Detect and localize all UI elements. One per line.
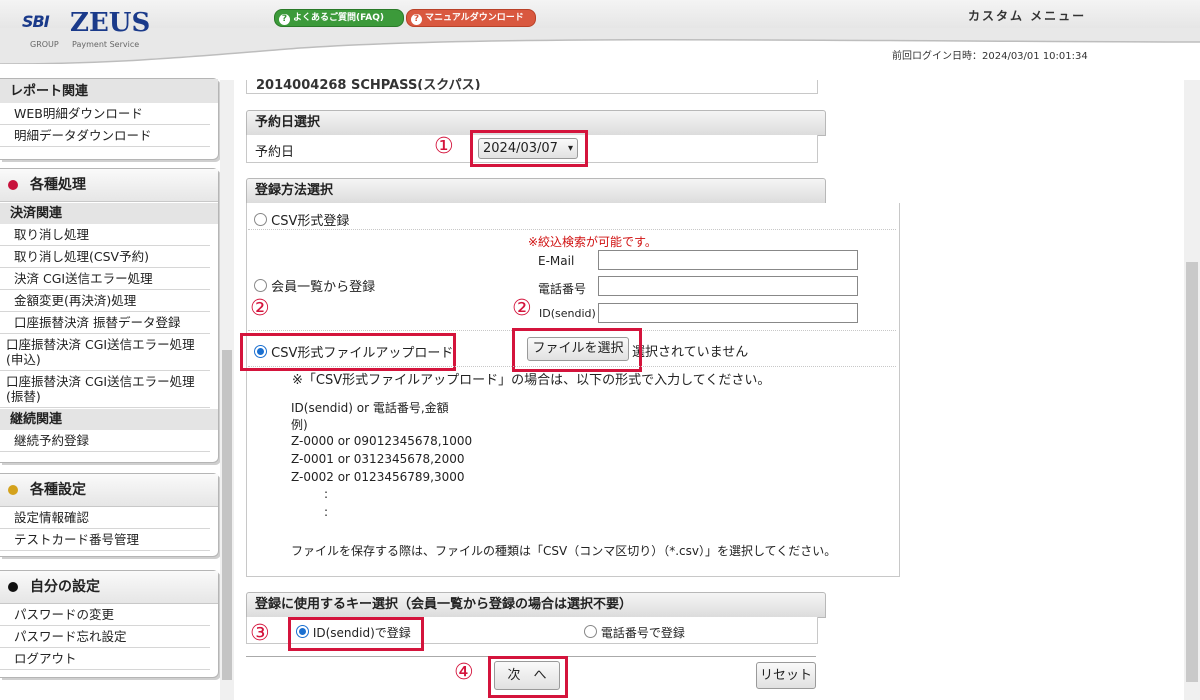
callout-1: ① — [434, 134, 454, 159]
faq-button[interactable]: ? よくあるご質問(FAQ) — [274, 9, 404, 27]
help-icon: ? — [279, 14, 290, 25]
format-line: Z-0001 or 0312345678,2000 — [291, 452, 465, 466]
sidebar-item-web-statement[interactable]: WEB明細ダウンロード — [0, 103, 210, 125]
radio-key-phone[interactable] — [584, 625, 597, 638]
logo-subtitle: Payment Service — [72, 40, 140, 49]
sidebar-processing-box: 各種処理 決済関連 取り消し処理 取り消し処理(CSV予約) 決済 CGI送信エ… — [0, 168, 219, 463]
callout-2a: ② — [250, 296, 270, 321]
sidebar-head-mine: 自分の設定 — [0, 571, 218, 604]
logo-group: GROUP — [30, 40, 59, 49]
highlight-box-3 — [288, 617, 424, 651]
sidebar-item-password-forgot[interactable]: パスワード忘れ設定 — [0, 626, 210, 648]
id-label: ID(sendid) — [539, 307, 596, 320]
sidebar-head-settings: 各種設定 — [0, 474, 218, 507]
option-member[interactable]: 会員一覧から登録 — [254, 276, 375, 295]
sidebar-item-test-card[interactable]: テストカード番号管理 — [0, 529, 210, 551]
main-scrollbar-thumb[interactable] — [1186, 262, 1198, 682]
sidebar-item-recurring-register[interactable]: 継続予約登録 — [0, 430, 210, 452]
sidebar-head-processing: 各種処理 — [0, 169, 218, 202]
format-line: : — [324, 487, 329, 501]
upload-instruction: ※「CSV形式ファイルアップロード」の場合は、以下の形式で入力してください。 — [292, 373, 771, 388]
sidebar-item-setting-info[interactable]: 設定情報確認 — [0, 507, 210, 529]
sidebar-report-box: レポート関連 WEB明細ダウンロード 明細データダウンロード — [0, 78, 219, 160]
yellow-dot-icon — [8, 485, 18, 495]
format-line: Z-0000 or 09012345678,1000 — [291, 434, 473, 448]
highlight-box-1 — [470, 130, 588, 167]
email-field[interactable] — [598, 250, 858, 270]
manual-label: マニュアルダウンロード — [425, 13, 524, 23]
red-dot-icon — [8, 180, 18, 190]
sidebar-item-logout[interactable]: ログアウト — [0, 648, 210, 670]
callout-2b: ② — [512, 296, 532, 321]
manual-download-button[interactable]: ? マニュアルダウンロード — [406, 9, 536, 27]
help-icon: ? — [411, 14, 422, 25]
option-csv-label: CSV形式登録 — [271, 214, 350, 229]
sidebar-scrollbar-thumb[interactable] — [222, 350, 232, 680]
sidebar-sub-recurring: 継続関連 — [0, 408, 218, 430]
header: SBI ZEUS GROUP Payment Service ? よくあるご質問(… — [0, 0, 1200, 80]
option-csv[interactable]: CSV形式登録 — [254, 210, 349, 229]
logo-zeus: ZEUS — [70, 8, 151, 38]
divider — [248, 229, 896, 230]
sidebar-item-amount-change[interactable]: 金額変更(再決済)処理 — [0, 290, 210, 312]
option-member-label: 会員一覧から登録 — [271, 280, 376, 295]
sidebar-title-processing: 各種処理 — [30, 177, 86, 193]
faq-label: よくあるご質問(FAQ) — [293, 13, 384, 23]
format-line: Z-0002 or 0123456789,3000 — [291, 470, 465, 484]
key-section-title: 登録に使用するキー選択（会員一覧から登録の場合は選択不要） — [246, 592, 826, 618]
sidebar-title-settings: 各種設定 — [30, 482, 86, 498]
sidebar-sub-report: レポート関連 — [0, 79, 218, 103]
sidebar-item-cancel[interactable]: 取り消し処理 — [0, 224, 210, 246]
black-dot-icon — [8, 582, 18, 592]
radio-member[interactable] — [254, 279, 267, 292]
format-line: 例) — [291, 418, 308, 432]
custom-menu-link[interactable]: カスタム メニュー — [968, 7, 1086, 24]
sidebar-item-statement-data[interactable]: 明細データダウンロード — [0, 125, 210, 147]
sidebar-mine-box: 自分の設定 パスワードの変更 パスワード忘れ設定 ログアウト — [0, 570, 219, 678]
sidebar-item-cancel-csv[interactable]: 取り消し処理(CSV予約) — [0, 246, 210, 268]
option-key-phone[interactable]: 電話番号で登録 — [584, 624, 685, 641]
radio-csv[interactable] — [254, 213, 267, 226]
top-partial-text: 2014004268 SCHPASS(スクパス) — [256, 78, 481, 90]
email-label: E-Mail — [538, 254, 575, 268]
sidebar-sub-payment: 決済関連 — [0, 202, 218, 224]
format-line: ID(sendid) or 電話番号,金額 — [291, 401, 449, 415]
option-key-phone-label: 電話番号で登録 — [600, 626, 685, 640]
id-field[interactable] — [598, 303, 858, 323]
logo-sbi: SBI — [22, 12, 50, 31]
last-login-text: 前回ログイン日時：2024/03/01 10:01:34 — [892, 51, 1088, 62]
phone-field[interactable] — [598, 276, 858, 296]
save-note: ファイルを保存する際は、ファイルの種類は「CSV（コンマ区切り）（*.csv）」… — [291, 544, 837, 558]
sidebar-settings-box: 各種設定 設定情報確認 テストカード番号管理 — [0, 473, 219, 557]
format-line: : — [324, 505, 329, 519]
reset-button[interactable]: リセット — [756, 662, 816, 689]
sidebar-item-cgi-error[interactable]: 決済 CGI送信エラー処理 — [0, 268, 210, 290]
callout-3: ③ — [250, 621, 270, 646]
sidebar-item-password-change[interactable]: パスワードの変更 — [0, 604, 210, 626]
divider — [248, 366, 896, 367]
callout-4: ④ — [454, 660, 474, 685]
phone-label: 電話番号 — [538, 282, 587, 296]
highlight-box-4 — [488, 656, 568, 698]
sidebar-item-transfer-cgi-transfer[interactable]: 口座振替決済 CGI送信エラー処理(振替) — [0, 371, 210, 408]
file-status: 選択されていません — [632, 345, 749, 360]
method-section-title: 登録方法選択 — [246, 178, 826, 204]
date-label: 予約日 — [255, 145, 295, 160]
sidebar-title-mine: 自分の設定 — [30, 579, 100, 595]
search-note: ※絞込検索が可能です。 — [528, 235, 657, 249]
sidebar-item-transfer-cgi-apply[interactable]: 口座振替決済 CGI送信エラー処理(申込) — [0, 334, 210, 371]
sidebar-item-transfer-data[interactable]: 口座振替決済 振替データ登録 — [0, 312, 210, 334]
